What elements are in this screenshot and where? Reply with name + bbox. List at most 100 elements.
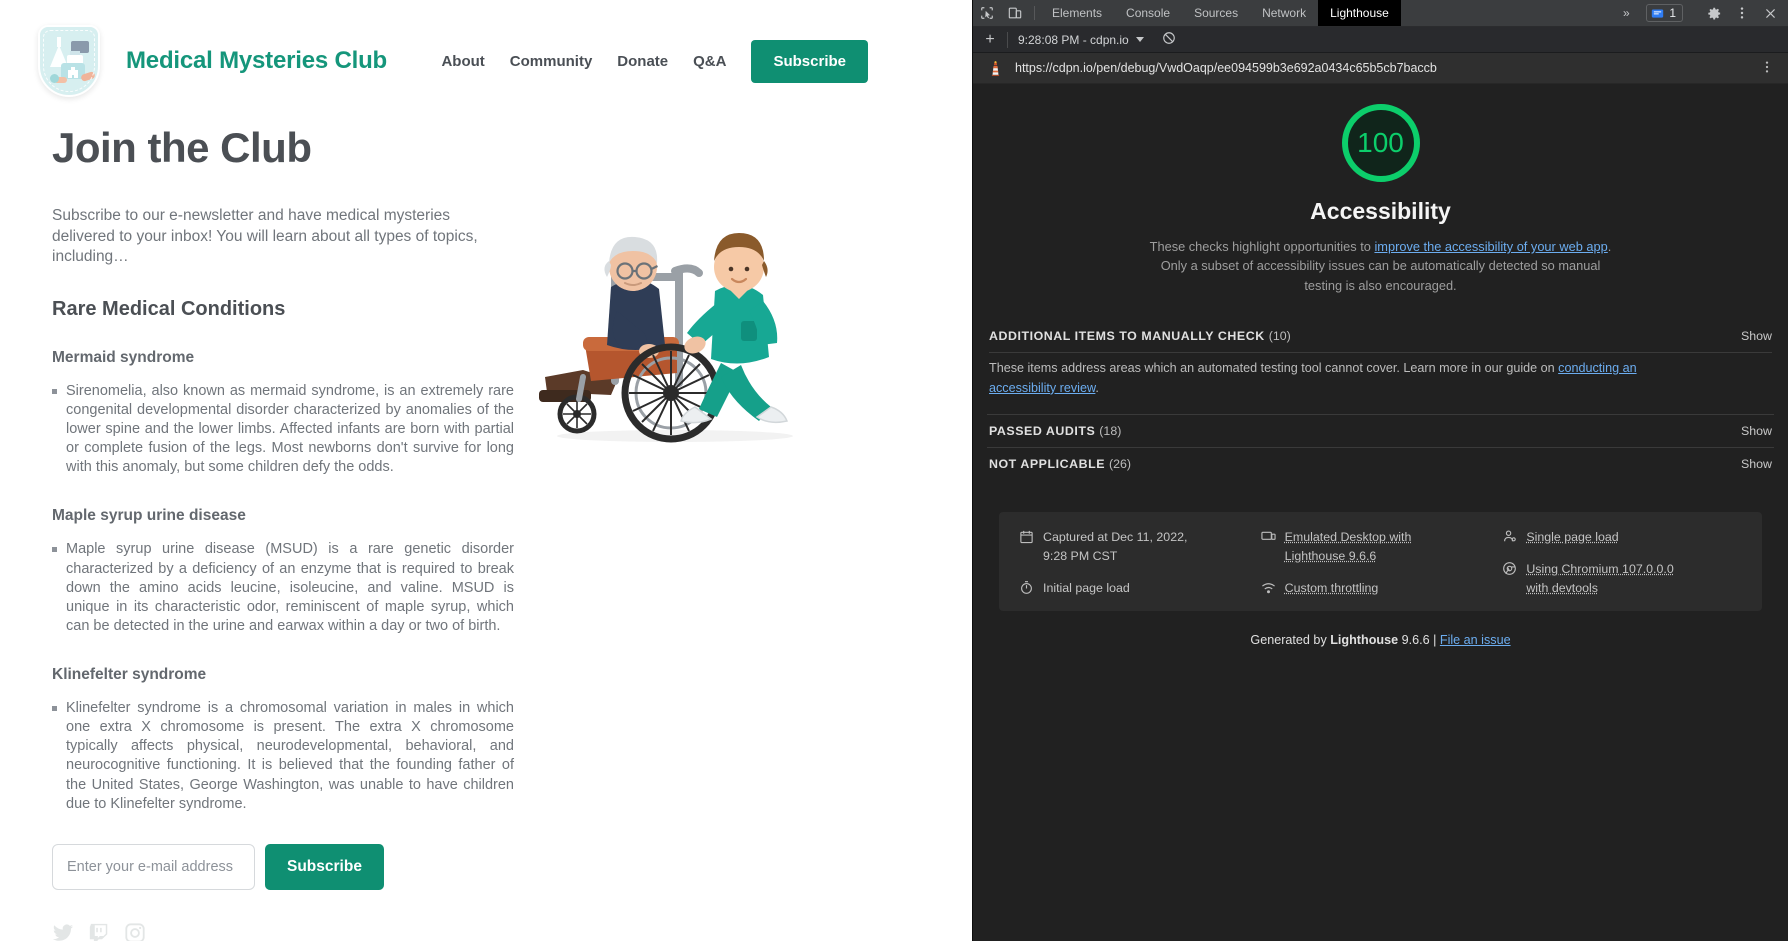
manual-check-note: These items address areas which an autom…	[987, 353, 1652, 414]
section-manual-check[interactable]: ADDITIONAL ITEMS TO MANUALLY CHECK (10) …	[987, 320, 1774, 352]
section-label: ADDITIONAL ITEMS TO MANUALLY CHECK	[989, 329, 1265, 343]
score-gauge-wrap: 100 Accessibility These checks highlight…	[973, 104, 1788, 295]
metadata-text[interactable]: Using Chromium 107.0.0.0 with devtools	[1526, 560, 1676, 597]
nav-item-about[interactable]: About	[441, 53, 484, 70]
score-gauge[interactable]: 100	[1342, 104, 1420, 182]
category-description-pre: These checks highlight opportunities to	[1150, 239, 1375, 254]
metadata-text: Initial page load	[1043, 579, 1130, 598]
report-url: https://cdpn.io/pen/debug/VwdOaqp/ee0945…	[1015, 61, 1745, 75]
calendar-icon	[1019, 529, 1034, 544]
section-show-toggle[interactable]: Show	[1741, 329, 1772, 343]
metadata-page-load: Initial page load	[1019, 579, 1261, 598]
report-body: 100 Accessibility These checks highlight…	[973, 84, 1788, 647]
screen: Medical Mysteries Club About Community D…	[0, 0, 1788, 941]
footer-pre: Generated by	[1250, 633, 1330, 647]
report-topbar: https://cdpn.io/pen/debug/VwdOaqp/ee0945…	[973, 53, 1788, 84]
tab-network[interactable]: Network	[1250, 0, 1318, 26]
twitter-icon[interactable]	[52, 922, 74, 941]
report-container: https://cdpn.io/pen/debug/VwdOaqp/ee0945…	[973, 53, 1788, 941]
social-links	[52, 922, 940, 941]
throttling-icon	[1261, 580, 1276, 595]
site-main: Join the Club Subscribe to our e-newslet…	[0, 108, 972, 941]
report-run-label: 9:28:08 PM - cdpn.io	[1018, 33, 1129, 47]
metadata-emulation: Emulated Desktop with Lighthouse 9.6.6	[1261, 528, 1503, 565]
tab-sources[interactable]: Sources	[1182, 0, 1250, 26]
report-footer: Generated by Lighthouse 9.6.6 | File an …	[973, 611, 1788, 647]
device-toolbar-icon[interactable]	[1001, 0, 1029, 26]
website-viewport: Medical Mysteries Club About Community D…	[0, 0, 972, 941]
tab-console[interactable]: Console	[1114, 0, 1182, 26]
close-icon[interactable]	[1756, 7, 1784, 20]
lighthouse-toolbar: + 9:28:08 PM - cdpn.io	[973, 27, 1788, 53]
gear-icon[interactable]	[1700, 6, 1728, 21]
audit-sections: ADDITIONAL ITEMS TO MANUALLY CHECK (10) …	[973, 320, 1788, 480]
stopwatch-icon	[1019, 580, 1034, 595]
metadata-column-1: Captured at Dec 11, 2022, 9:28 PM CST In…	[1019, 528, 1261, 597]
report-menu-icon[interactable]	[1756, 60, 1778, 76]
devtools-tabbar: Elements Console Sources Network Lightho…	[973, 0, 1788, 27]
manual-check-note-pre: These items address areas which an autom…	[989, 361, 1558, 375]
nav-subscribe-button[interactable]: Subscribe	[751, 40, 868, 83]
toolbar-divider	[1034, 6, 1035, 20]
tab-elements[interactable]: Elements	[1040, 0, 1114, 26]
instagram-icon[interactable]	[124, 922, 146, 941]
more-options-icon[interactable]	[1728, 6, 1756, 20]
category-title: Accessibility	[1310, 198, 1451, 225]
section-label: NOT APPLICABLE	[989, 457, 1105, 471]
single-user-icon	[1502, 529, 1517, 544]
intro-paragraph: Subscribe to our e-newsletter and have m…	[52, 206, 514, 268]
tab-lighthouse[interactable]: Lighthouse	[1318, 0, 1401, 26]
page-title: Join the Club	[52, 124, 940, 172]
report-run-selector[interactable]: 9:28:08 PM - cdpn.io	[1008, 33, 1154, 47]
clear-prohibited-icon[interactable]	[1154, 31, 1184, 48]
report-metadata-card: Captured at Dec 11, 2022, 9:28 PM CST In…	[999, 512, 1762, 611]
footer-version: 9.6.6 |	[1398, 633, 1440, 647]
metadata-text[interactable]: Custom throttling	[1285, 579, 1379, 598]
section-not-applicable[interactable]: NOT APPLICABLE (26) Show	[987, 447, 1774, 480]
file-an-issue-link[interactable]: File an issue	[1440, 633, 1511, 647]
devtools-panel: Elements Console Sources Network Lightho…	[972, 0, 1788, 941]
condition-title-msud: Maple syrup urine disease	[52, 507, 940, 525]
lighthouse-report: https://cdpn.io/pen/debug/VwdOaqp/ee0945…	[973, 53, 1788, 941]
subscribe-submit-button[interactable]: Subscribe	[265, 844, 384, 890]
nav-item-donate[interactable]: Donate	[617, 53, 668, 70]
nav-item-qanda[interactable]: Q&A	[693, 53, 726, 70]
metadata-column-2: Emulated Desktop with Lighthouse 9.6.6 C…	[1261, 528, 1503, 597]
inspect-element-icon[interactable]	[973, 0, 1001, 26]
email-field[interactable]	[52, 844, 255, 890]
lighthouse-favicon	[987, 60, 1004, 77]
metadata-chromium: Using Chromium 107.0.0.0 with devtools	[1502, 560, 1744, 597]
new-report-button[interactable]: +	[973, 31, 1007, 49]
metadata-text: Captured at Dec 11, 2022, 9:28 PM CST	[1043, 528, 1193, 565]
metadata-text[interactable]: Emulated Desktop with Lighthouse 9.6.6	[1285, 528, 1435, 565]
score-value: 100	[1357, 127, 1404, 159]
list-item: Sirenomelia, also known as mermaid syndr…	[52, 382, 514, 478]
more-tabs-icon[interactable]: »	[1612, 6, 1640, 20]
nav-item-community[interactable]: Community	[510, 53, 593, 70]
condition-list-klinefelter: Klinefelter syndrome is a chromosomal va…	[52, 699, 940, 814]
list-item: Maple syrup urine disease (MSUD) is a ra…	[52, 540, 514, 636]
condition-title-klinefelter: Klinefelter syndrome	[52, 666, 940, 684]
category-description: These checks highlight opportunities to …	[1141, 237, 1621, 295]
section-passed-audits[interactable]: PASSED AUDITS (18) Show	[987, 414, 1774, 447]
section-count: (10)	[1269, 329, 1291, 343]
section-show-toggle[interactable]: Show	[1741, 457, 1772, 471]
issues-badge[interactable]: 1	[1646, 4, 1683, 22]
site-title: Medical Mysteries Club	[126, 47, 387, 75]
medical-shield-badge-icon	[38, 25, 100, 97]
site-header: Medical Mysteries Club About Community D…	[0, 0, 972, 108]
metadata-throttling: Custom throttling	[1261, 579, 1503, 598]
improve-accessibility-link[interactable]: improve the accessibility of your web ap…	[1374, 239, 1607, 254]
metadata-column-3: Single page load Using Chromium 107.0.0.…	[1502, 528, 1744, 597]
site-logo[interactable]	[32, 17, 108, 105]
main-nav: About Community Donate Q&A Subscribe	[441, 40, 944, 83]
metadata-text[interactable]: Single page load	[1526, 528, 1618, 547]
chromium-icon	[1502, 561, 1517, 576]
issues-message-icon	[1651, 7, 1664, 20]
chevron-down-icon	[1136, 37, 1144, 42]
twitch-icon[interactable]	[88, 922, 110, 941]
list-item: Klinefelter syndrome is a chromosomal va…	[52, 699, 514, 814]
section-show-toggle[interactable]: Show	[1741, 424, 1772, 438]
score-ring: 100	[1342, 104, 1420, 182]
newsletter-form: Subscribe	[52, 844, 940, 890]
